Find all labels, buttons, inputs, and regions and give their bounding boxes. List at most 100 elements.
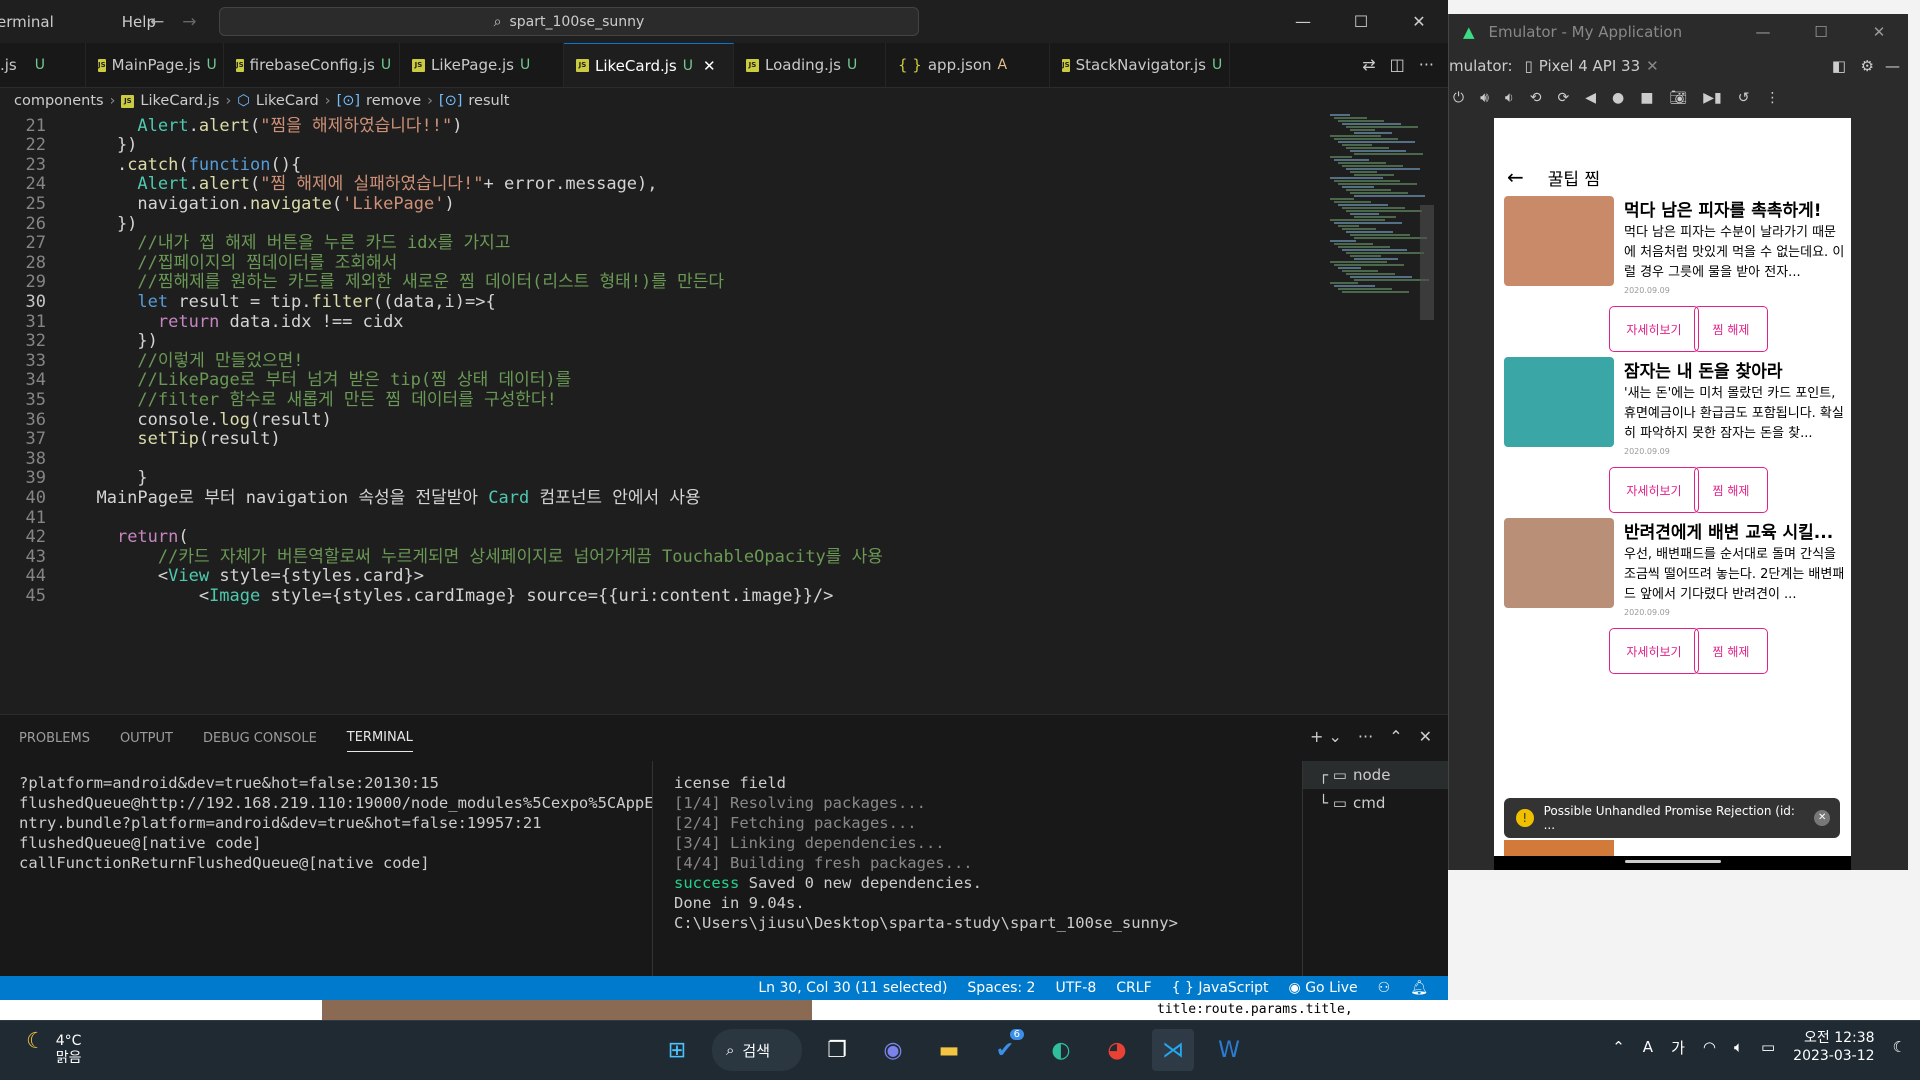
more-actions-icon[interactable]: ··· [1419,55,1434,74]
battery-icon[interactable]: ▭ [1761,1038,1775,1056]
details-button[interactable]: 자세히보기 [1609,467,1699,513]
ime-mode-icon[interactable]: 가 [1671,1037,1685,1058]
tab-terminal[interactable]: TERMINAL [346,730,413,752]
device-tab[interactable]: ▯ Pixel 4 API 33 ✕ [1525,57,1659,75]
tab-likepage[interactable]: JS LikePage.js U [400,43,564,87]
forward-arrow-icon[interactable]: → [182,12,196,32]
speaker-icon[interactable]: 🔈︎ [1734,1038,1743,1056]
close-panel-icon[interactable]: ✕ [1419,727,1432,746]
tab-likecard[interactable]: JS LikeCard.js U ✕ [564,43,734,87]
back-icon[interactable]: ◀ [1585,90,1596,106]
terminal-left[interactable]: ?platform=android&dev=true&hot=false:201… [19,773,654,873]
command-center-search[interactable]: ⌕ spart_100se_sunny [219,7,919,36]
clock[interactable]: 오전 12:38 2023-03-12 [1793,1029,1874,1065]
details-button[interactable]: 자세히보기 [1609,628,1699,674]
close-button[interactable]: ✕ [1390,0,1448,43]
code-line[interactable]: 45 <Image style={styles.cardImage} sourc… [0,584,1320,608]
minimize-button[interactable]: — [1734,14,1792,50]
home-icon[interactable]: ● [1612,90,1624,106]
breadcrumb-result[interactable]: result [468,93,509,109]
record-icon[interactable]: ▶▮ [1703,90,1721,106]
editor-scrollbar[interactable] [1420,205,1434,320]
edge-icon[interactable]: ◐ [1040,1029,1082,1071]
maximize-panel-icon[interactable]: ⌃ [1389,727,1402,746]
close-button[interactable]: ✕ [1850,14,1908,50]
tab-output[interactable]: OUTPUT [120,731,173,746]
rotate-left-icon[interactable]: ⟲ [1530,90,1542,106]
snapshot-icon[interactable]: ↺ [1738,90,1750,106]
start-icon[interactable]: ⊞ [656,1029,698,1071]
encoding[interactable]: UTF-8 [1055,980,1096,996]
todo-icon[interactable]: ✔ 6 [984,1029,1026,1071]
tab-loading[interactable]: JS Loading.js U [734,43,886,87]
home-indicator[interactable] [1624,860,1721,863]
terminal-divider[interactable] [652,761,653,977]
maximize-button[interactable]: ☐ [1792,14,1850,50]
tab-js[interactable]: .js U [0,43,86,87]
system-tray: ⌃ A 가 ◠ 🔈︎ ▭ 오전 12:38 2023-03-12 ☾ [1612,1029,1906,1065]
layout-icon[interactable]: ◧ [1832,57,1846,75]
compare-changes-icon[interactable]: ⇄ [1362,55,1375,74]
rotate-right-icon[interactable]: ⟳ [1557,90,1569,106]
menu-terminal[interactable]: erminal [0,13,54,31]
teams-chat-icon[interactable]: ◉ [872,1029,914,1071]
details-button[interactable]: 자세히보기 [1609,306,1699,352]
breadcrumb-component[interactable]: LikeCard [256,93,319,109]
taskbar-search[interactable]: ⌕ 검색 [712,1029,802,1071]
new-terminal-icon[interactable]: + ⌄ [1310,727,1342,746]
camera-icon[interactable]: 📷︎ [1669,90,1687,106]
unlike-button[interactable]: 찜 해제 [1694,306,1768,352]
weather-widget[interactable]: ☾ 4°C 맑음 [26,1031,82,1067]
unlike-button[interactable]: 찜 해제 [1694,467,1768,513]
file-explorer-icon[interactable]: ▬ [928,1029,970,1071]
overview-icon[interactable]: ■ [1640,90,1653,106]
task-view-icon[interactable]: ❐ [816,1029,858,1071]
indentation[interactable]: Spaces: 2 [967,980,1035,996]
tab-mainpage[interactable]: JS MainPage.js U [86,43,224,87]
wifi-icon[interactable]: ◠ [1703,1038,1716,1056]
terminal-right[interactable]: icense field [1/4] Resolving packages... [… [674,773,1178,933]
line-ending[interactable]: CRLF [1116,980,1151,996]
word-icon[interactable]: W [1208,1029,1250,1071]
power-icon[interactable]: ⏻ [1453,90,1464,106]
cursor-position[interactable]: Ln 30, Col 30 (11 selected) [758,980,947,996]
unlike-button[interactable]: 찜 해제 [1694,628,1768,674]
accounts-icon[interactable]: ⚇ [1378,980,1391,996]
minimap[interactable] [1330,114,1429,334]
maximize-button[interactable]: ☐ [1332,0,1390,43]
warning-toast[interactable]: ! Possible Unhandled Promise Rejection (… [1504,798,1840,838]
tab-stacknavigator[interactable]: JS StackNavigator.js U [1050,43,1230,87]
tip-card[interactable]: 반려견에게 배변 교육 시킬... 우선, 배변패드를 순서대로 돌며 간식을 조… [1504,518,1844,708]
tab-problems[interactable]: PROBLEMS [19,731,90,746]
do-not-disturb-icon[interactable]: ☾ [1893,1038,1906,1056]
minus-icon[interactable]: — [1885,57,1900,75]
bell-icon[interactable]: 🔔︎ [1410,980,1428,996]
close-tab-icon[interactable]: ✕ [1646,57,1659,75]
code-editor[interactable]: 20 .then(function(){21 Alert.alert("찜을 해… [0,114,1448,714]
more-icon[interactable]: ⋮ [1765,90,1779,106]
volume-up-icon[interactable]: 🔊︎ [1480,90,1489,106]
chevron-up-icon[interactable]: ⌃ [1612,1038,1625,1056]
dismiss-icon[interactable]: ✕ [1814,810,1830,826]
language-mode[interactable]: { } JavaScript [1172,980,1269,996]
vscode-icon[interactable]: ⋊ [1152,1029,1194,1071]
go-live-button[interactable]: ◉ Go Live [1289,980,1358,996]
split-editor-icon[interactable]: ◫ [1390,55,1405,74]
breadcrumb-file[interactable]: LikeCard.js [140,93,219,109]
more-icon[interactable]: ··· [1358,727,1373,746]
close-tab-icon[interactable]: ✕ [703,57,716,75]
breadcrumb-remove[interactable]: remove [366,93,421,109]
tab-firebaseconfig[interactable]: JS firebaseConfig.js U [224,43,400,87]
gear-icon[interactable]: ⚙ [1861,57,1874,75]
chrome-icon[interactable]: ◕ [1096,1029,1138,1071]
ime-indicator[interactable]: A [1643,1038,1653,1056]
minimize-button[interactable]: — [1274,0,1332,43]
breadcrumb-folder[interactable]: components [14,93,104,109]
back-arrow-icon[interactable]: ← [1507,165,1524,189]
volume-down-icon[interactable]: 🔉︎ [1505,90,1514,106]
terminal-item-cmd[interactable]: └ ▭ cmd [1303,789,1448,817]
terminal-item-node[interactable]: ┌ ▭ node [1303,761,1448,789]
tab-appjson[interactable]: { } app.json A [886,43,1050,87]
back-arrow-icon[interactable]: ← [150,12,164,32]
tab-debug-console[interactable]: DEBUG CONSOLE [203,731,317,746]
